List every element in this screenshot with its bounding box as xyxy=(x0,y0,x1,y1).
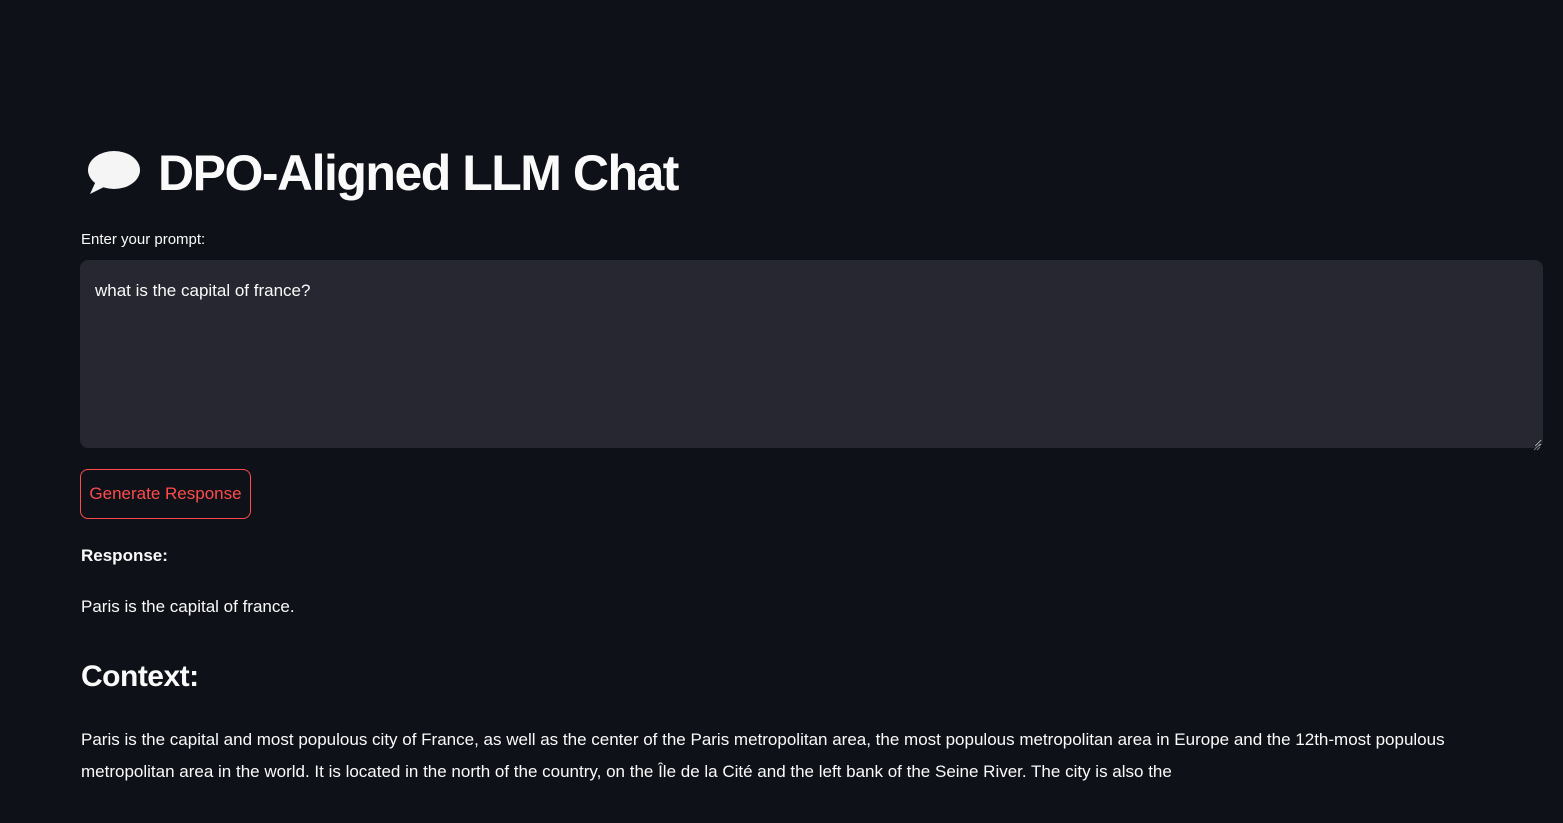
response-label: Response: xyxy=(81,546,168,565)
prompt-input[interactable]: what is the capital of france? xyxy=(80,260,1543,448)
title-row: DPO-Aligned LLM Chat xyxy=(86,140,679,206)
context-text: Paris is the capital and most populous c… xyxy=(81,730,1445,781)
generate-response-button[interactable]: Generate Response xyxy=(80,469,251,519)
speech-balloon-icon xyxy=(86,148,142,198)
resize-grip-icon[interactable] xyxy=(1533,438,1541,451)
page-title: DPO-Aligned LLM Chat xyxy=(158,145,679,201)
context-heading: Context: xyxy=(81,660,199,693)
app-page: DPO-Aligned LLM Chat Enter your prompt: … xyxy=(0,0,1563,823)
response-text: Paris is the capital of france. xyxy=(81,597,295,616)
prompt-label: Enter your prompt: xyxy=(81,231,206,248)
